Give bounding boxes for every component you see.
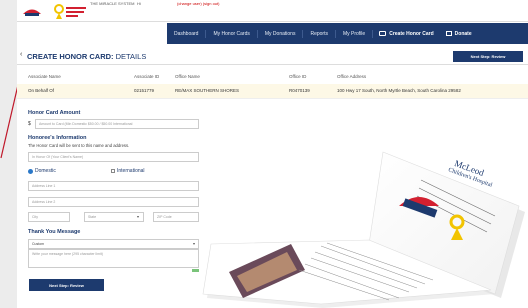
cell-office-id: R0470139 bbox=[289, 88, 310, 93]
create-honor-card-button[interactable]: Create Honor Card bbox=[373, 31, 439, 37]
international-radio[interactable]: International bbox=[111, 168, 145, 174]
cell-associate-id: 02151779 bbox=[134, 88, 155, 93]
amount-input[interactable]: Amount to Card (Min Domestic $50.00 / $5… bbox=[35, 119, 199, 129]
nav-my-donations[interactable]: My Donations bbox=[258, 29, 304, 38]
associate-table-header: Associate Name Associate ID Office Name … bbox=[17, 70, 528, 82]
nav-reports[interactable]: Reports bbox=[303, 29, 336, 38]
international-label: International bbox=[117, 168, 145, 174]
currency-symbol: $ bbox=[28, 121, 31, 127]
nav-dashboard[interactable]: Dashboard bbox=[167, 29, 207, 38]
remax-logo bbox=[21, 6, 43, 17]
col-office-address: Office Address bbox=[337, 74, 367, 79]
cell-office-address: 100 Hwy 17 South, North Myrtle Beach, So… bbox=[337, 88, 461, 93]
message-section-title: Thank You Message bbox=[28, 229, 81, 235]
cell-office-name: RE/MAX SOUTHERN SHORES bbox=[175, 88, 240, 93]
col-associate-id: Associate ID bbox=[134, 74, 160, 79]
page-title-bold: CREATE HONOR CARD: bbox=[27, 52, 114, 61]
table-row: On Behalf Of 02151779 RE/MAX SOUTHERN SH… bbox=[17, 84, 528, 99]
message-textarea[interactable]: Write your message here (295 character l… bbox=[28, 249, 199, 268]
honoree-subtitle: The Honor Card will be sent to this name… bbox=[28, 143, 130, 148]
greeting: Hi bbox=[137, 1, 141, 6]
nav-my-honor-cards[interactable]: My Honor Cards bbox=[206, 29, 258, 38]
address-line-1-input[interactable]: Address Line 1 bbox=[28, 181, 199, 191]
main-nav: Dashboard My Honor Cards My Donations Re… bbox=[167, 23, 528, 44]
state-select[interactable]: State bbox=[84, 212, 144, 222]
honoree-name-input[interactable]: In Honor Of (Your Client's Name) bbox=[28, 152, 199, 162]
page-title: CREATE HONOR CARD: DETAILS bbox=[27, 52, 146, 61]
donate-label: Donate bbox=[454, 30, 472, 37]
app-window: THE MIRACLE SYSTEM Hi (change user) (sig… bbox=[17, 0, 528, 308]
next-step-review-button-top[interactable]: Next Step: Review bbox=[453, 51, 523, 62]
amount-section-title: Honor Card Amount bbox=[28, 110, 81, 116]
page-title-bar: ‹ CREATE HONOR CARD: DETAILS Next Step: … bbox=[17, 48, 528, 65]
address-line-2-input[interactable]: Address Line 2 bbox=[28, 197, 199, 207]
top-header: THE MIRACLE SYSTEM Hi (change user) (sig… bbox=[17, 0, 528, 22]
col-associate-name: Associate Name bbox=[28, 74, 61, 79]
checkbox-icon bbox=[111, 169, 115, 173]
domestic-radio[interactable]: Domestic bbox=[28, 168, 56, 174]
message-type-select[interactable]: Custom bbox=[28, 239, 199, 249]
radio-selected-icon bbox=[28, 168, 33, 174]
childrens-miracle-network-logo bbox=[54, 4, 86, 19]
card-icon bbox=[379, 31, 387, 36]
chevron-left-icon[interactable]: ‹ bbox=[20, 51, 22, 58]
create-honor-card-label: Create Honor Card bbox=[389, 30, 434, 37]
nav-my-profile[interactable]: My Profile bbox=[336, 29, 374, 38]
honoree-section-title: Honoree's Information bbox=[28, 135, 87, 141]
col-office-id: Office ID bbox=[289, 74, 307, 79]
user-account-links[interactable]: (change user) (sign out) bbox=[177, 1, 219, 6]
next-step-review-button[interactable]: Next Step: Review bbox=[29, 279, 104, 291]
col-office-name: Office Name bbox=[175, 74, 200, 79]
city-input[interactable]: City bbox=[28, 212, 70, 222]
gift-icon bbox=[445, 31, 452, 36]
cell-associate-name: On Behalf Of bbox=[28, 88, 55, 93]
donate-button[interactable]: Donate bbox=[440, 31, 478, 37]
system-label: THE MIRACLE SYSTEM bbox=[90, 1, 135, 6]
domestic-label: Domestic bbox=[35, 168, 56, 174]
page-title-rest: DETAILS bbox=[113, 52, 147, 61]
chevron-down-icon: ▾ bbox=[137, 214, 140, 219]
